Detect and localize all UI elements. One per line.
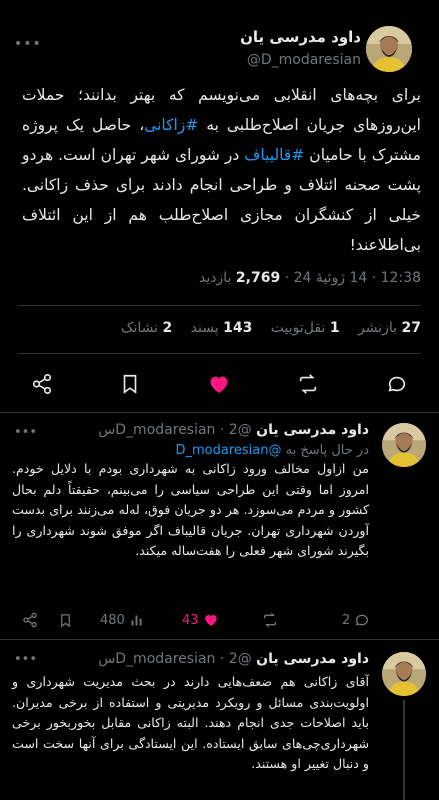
reply-text: آقای زاکانی هم ضعف‌هایی دارند در بحث مدی… [12,674,369,771]
bookmark-icon[interactable] [58,610,73,630]
tweet-meta: 12:38 · 14 ژوئیهٔ 24 · 2,769 بازدید [199,270,421,286]
divider [18,353,421,354]
tweet-time[interactable]: 12:38 [381,270,421,286]
avatar[interactable] [382,652,426,696]
views-button[interactable]: 480 [100,610,144,630]
share-icon[interactable] [22,610,38,630]
reply-context: در حال پاسخ به @D_modaresian [176,443,370,458]
tweet-text: برای بچه‌های انقلابی می‌نویسم که بهتر بد… [22,80,421,260]
quotes-stat[interactable]: 1 نقل‌توییت [271,320,340,336]
views-count: 2,769 [235,270,281,286]
reply-text: من ازاول مخالف ورود زاکانی به شهرداری بو… [12,461,369,558]
more-options-icon[interactable]: ••• [14,36,42,52]
meta-separator: · [371,270,377,286]
reply-icon[interactable] [383,370,411,398]
views-label: بازدید [199,270,232,286]
views-icon [131,615,142,625]
reply-to-handle[interactable]: @D_modaresian [176,443,282,458]
share-icon[interactable] [28,370,56,398]
reply-action-bar: 480 43 2 [0,610,439,630]
main-tweet: ••• داود مدرسی یان @D_modaresian برای بچ… [0,0,439,413]
reply-icon [355,614,369,626]
heart-icon [204,615,217,626]
author-name[interactable]: داود مدرسی یان [240,28,361,46]
author-name[interactable]: داود مدرسی یان [256,422,369,438]
reply-tweet[interactable]: ••• داود مدرسی یان @D_modaresian · 2س در… [0,413,439,640]
heart-icon[interactable] [205,370,233,398]
bookmarks-stat[interactable]: 2 نشانک [121,320,172,336]
meta-separator: · [284,270,290,286]
quotes-label: نقل‌توییت [270,320,326,336]
engagement-stats: 27 بازنشر 1 نقل‌توییت 143 پسند 2 نشانک [121,320,421,336]
meta-separator: · [219,422,225,438]
likes-count: 43 [182,612,199,628]
reposts-label: بازنشر [358,320,398,336]
reply-header: داود مدرسی یان @D_modaresian · 2س [98,422,369,438]
reply-to-label: در حال پاسخ به [285,443,369,458]
reply-button[interactable]: 2 [342,610,370,630]
bookmarks-label: نشانک [120,320,159,336]
repost-icon[interactable] [294,370,322,398]
repost-icon[interactable] [262,610,278,630]
likes-stat[interactable]: 143 پسند [191,320,253,336]
author-name[interactable]: داود مدرسی یان [256,651,369,667]
views-count: 480 [100,612,125,628]
action-bar [0,370,439,398]
reply-tweet[interactable]: ••• داود مدرسی یان @D_modaresian · 2س آق… [0,640,439,800]
replies-count: 2 [342,612,351,628]
likes-label: پسند [190,320,219,336]
tweet-date[interactable]: 14 ژوئیهٔ 24 [294,270,368,286]
reposts-stat[interactable]: 27 بازنشر [358,320,421,336]
avatar[interactable] [366,26,412,72]
avatar[interactable] [382,423,426,467]
author-handle[interactable]: @D_modaresian [247,52,361,68]
bookmarks-count: 2 [162,320,173,336]
reply-header: داود مدرسی یان @D_modaresian · 2س [98,651,369,667]
divider [18,305,421,306]
thread-line [403,700,405,800]
more-options-icon[interactable]: ••• [14,425,37,440]
bookmark-icon[interactable] [116,370,144,398]
meta-separator: · [219,651,225,667]
hashtag-zakani[interactable]: #زاکانی [144,116,198,134]
more-options-icon[interactable]: ••• [14,652,37,667]
reposts-count: 27 [401,320,421,336]
likes-count: 143 [223,320,253,336]
quotes-count: 1 [329,320,340,336]
hashtag-ghalibaf[interactable]: #قالیباف [244,146,304,164]
like-button[interactable]: 43 [182,610,219,630]
